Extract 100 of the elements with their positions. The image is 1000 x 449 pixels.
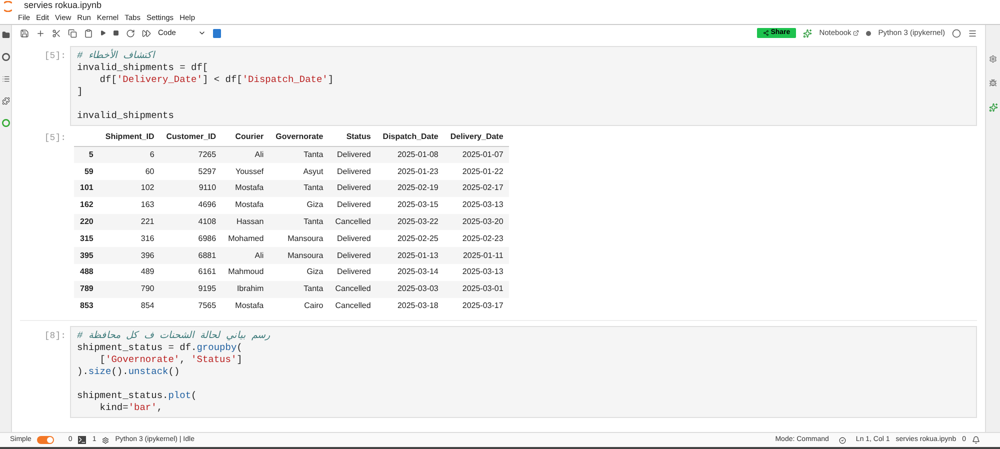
column-header: Shipment_ID [99,128,160,146]
table-cell: Delivered [329,146,377,164]
sparkle-icon[interactable] [988,103,998,112]
paste-icon[interactable] [84,28,93,38]
row-index: 395 [74,247,100,264]
code-line: ] [77,86,84,98]
table-cell: Cancelled [329,214,377,230]
gears-icon[interactable] [989,55,997,63]
column-header: Status [329,128,377,146]
table-cell: 2025-01-22 [444,163,510,180]
chevron-down-icon [198,29,206,37]
cell-prompt: [5]: [43,50,67,63]
table-cell: Mostafa [222,180,270,197]
code-line: ).size().unstack() [77,366,181,378]
table-cell: 790 [99,280,160,298]
row-index: 162 [74,196,100,214]
save-icon[interactable] [20,28,29,38]
table-cell: Tanta [270,280,330,298]
code-line: invalid_shipments = df[ [77,62,210,74]
document-icon[interactable] [213,28,221,38]
bug-icon[interactable] [989,79,997,87]
table-cell: Mostafa [222,298,270,314]
table-cell: 2025-02-23 [444,230,510,248]
table-cell: Delivered [329,230,377,248]
row-index: 101 [74,180,100,197]
code-line: # رسم بياني لحالة الشحنات ف كل محافظة [77,330,272,342]
table-cell: Mostafa [222,196,270,214]
table-cell: Giza [270,264,330,281]
table-cell: Cancelled [329,298,377,314]
table-cell: 489 [99,264,160,281]
row-index: 5 [74,146,100,164]
table-cell: 2025-03-17 [444,298,510,314]
column-header: Governorate [270,128,330,146]
table-cell: Youssef [222,163,270,180]
table-cell: 2025-03-13 [444,264,510,281]
table-cell: 7565 [160,298,222,314]
copy-icon[interactable] [68,28,77,38]
table-cell: Mansoura [270,230,330,248]
table-cell: 2025-01-13 [376,247,444,264]
folder-icon[interactable] [2,31,10,39]
table-cell: 2025-02-25 [376,230,444,248]
puzzle-icon[interactable] [2,97,10,105]
gear-icon[interactable] [102,436,110,444]
row-index: 315 [74,230,100,248]
code-line: df['Delivery_Date'] < df['Dispatch_Date'] [98,74,335,86]
table-cell: Tanta [270,214,330,230]
table-cell: 2025-02-17 [444,180,510,197]
table-cell: 5297 [160,163,222,180]
stop-icon[interactable] [113,30,119,36]
table-cell: Tanta [270,146,330,164]
table-cell: 396 [99,247,160,264]
menu-icon[interactable] [968,28,977,38]
column-header: Delivery_Date [444,128,510,146]
table-cell: 6986 [160,230,222,248]
table-cell: 2025-01-11 [444,247,510,264]
table-cell: Ali [222,247,270,264]
column-header: Courier [222,128,270,146]
check-icon [838,436,846,444]
table-cell: 2025-01-08 [376,146,444,164]
output-prompt: [5]: [43,132,67,145]
table-cell: Delivered [329,247,377,264]
table-cell: 6161 [160,264,222,281]
table-cell: 9110 [160,180,222,197]
run-icon[interactable] [100,30,106,36]
table-cell: 163 [99,196,160,214]
table-cell: 2025-03-03 [376,280,444,298]
table-cell: Mahmoud [222,264,270,281]
table-cell: Delivered [329,163,377,180]
table-cell: 2025-01-07 [444,146,510,164]
add-icon[interactable] [36,28,45,38]
cell-prompt: [8]: [43,330,67,344]
bell-icon[interactable] [972,436,980,444]
table-cell: 2025-03-22 [376,214,444,230]
code-line: shipment_status = df.groupby( [77,342,244,354]
table-cell: 9195 [160,280,222,298]
cut-icon[interactable] [52,28,61,38]
circle-icon[interactable] [2,53,10,61]
restart-icon[interactable] [126,28,135,38]
code-line: kind='bar', [98,402,164,414]
row-index: 220 [74,214,100,230]
code-line: shipment_status.plot( [77,389,198,402]
table-cell: 6881 [160,247,222,264]
sparkle-icon[interactable] [803,28,812,38]
fast-forward-icon[interactable] [142,28,151,38]
window-title: servies rokua.ipynb [24,0,102,12]
simple-toggle[interactable] [37,436,54,444]
external-link-icon [853,30,860,36]
table-cell: 2025-03-01 [444,280,510,298]
table-cell: Delivered [329,196,377,214]
table-cell: 4108 [160,214,222,230]
table-cell: 2025-02-19 [376,180,444,197]
logo-icon [4,0,12,12]
terminal-icon[interactable] [78,436,86,444]
table-cell: Delivered [329,264,377,281]
table-cell: 102 [99,180,160,197]
list-icon[interactable] [2,75,10,83]
table-cell: Cairo [270,298,330,314]
table-cell: Ibrahim [222,280,270,298]
table-cell: Hassan [222,214,270,230]
table-cell: 60 [99,163,160,180]
